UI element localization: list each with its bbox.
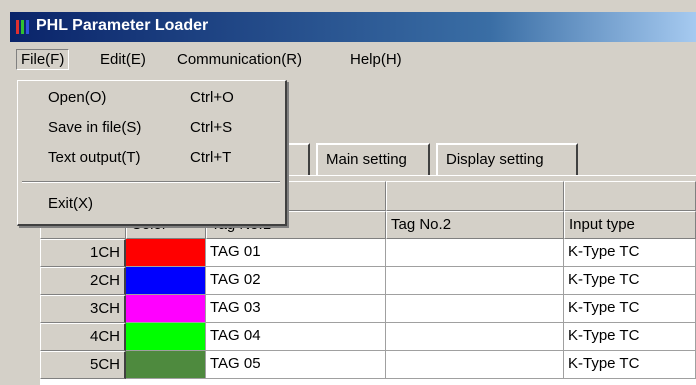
menu-item-save[interactable]: Save in file(S) Ctrl+S bbox=[18, 119, 284, 143]
input-type-cell[interactable]: K-Type TC bbox=[564, 267, 696, 295]
column-header-tag2: Tag No.2 bbox=[386, 211, 564, 239]
tag2-cell[interactable] bbox=[386, 295, 564, 323]
tag1-cell[interactable]: TAG 04 bbox=[206, 323, 386, 351]
menu-item-label: Save in file(S) bbox=[48, 119, 142, 136]
menu-separator bbox=[22, 181, 280, 183]
tab-label: Main setting bbox=[326, 151, 407, 168]
app-icon bbox=[16, 20, 30, 34]
table-row: 5CH TAG 05 K-Type TC bbox=[40, 351, 696, 379]
menu-help[interactable]: Help(H) bbox=[350, 51, 402, 68]
color-swatch[interactable] bbox=[126, 351, 206, 379]
window-title: PHL Parameter Loader bbox=[36, 17, 209, 34]
file-menu-dropdown: Open(O) Ctrl+O Save in file(S) Ctrl+S Te… bbox=[17, 80, 287, 226]
tag2-cell[interactable] bbox=[386, 239, 564, 267]
menu-item-shortcut: Ctrl+S bbox=[190, 119, 233, 136]
header-blank bbox=[564, 181, 696, 211]
menu-item-exit[interactable]: Exit(X) bbox=[18, 195, 284, 219]
row-header[interactable]: 1CH bbox=[40, 239, 126, 267]
row-header[interactable]: 4CH bbox=[40, 323, 126, 351]
row-header[interactable]: 3CH bbox=[40, 295, 126, 323]
header-blank bbox=[386, 181, 564, 211]
menu-item-shortcut: Ctrl+T bbox=[190, 149, 232, 166]
tab-label: Display setting bbox=[446, 151, 544, 168]
row-header[interactable]: 5CH bbox=[40, 351, 126, 379]
menu-item-text-output[interactable]: Text output(T) Ctrl+T bbox=[18, 149, 284, 173]
menu-bar: File(F) Edit(E) Communication(R) Help(H) bbox=[10, 42, 696, 80]
input-type-cell[interactable]: K-Type TC bbox=[564, 323, 696, 351]
table-row: 2CH TAG 02 K-Type TC bbox=[40, 267, 696, 295]
tag1-cell[interactable]: TAG 02 bbox=[206, 267, 386, 295]
column-header-input-type: Input type bbox=[564, 211, 696, 239]
table-row: 3CH TAG 03 K-Type TC bbox=[40, 295, 696, 323]
tag1-cell[interactable]: TAG 05 bbox=[206, 351, 386, 379]
tag2-cell[interactable] bbox=[386, 323, 564, 351]
color-swatch[interactable] bbox=[126, 267, 206, 295]
menu-item-shortcut: Ctrl+O bbox=[190, 89, 234, 106]
menu-item-label: Exit(X) bbox=[48, 195, 93, 212]
tab-main-setting[interactable]: Main setting bbox=[316, 143, 430, 175]
menu-item-label: Open(O) bbox=[48, 89, 107, 106]
row-header[interactable]: 2CH bbox=[40, 267, 126, 295]
table-row: 1CH TAG 01 K-Type TC bbox=[40, 239, 696, 267]
tag2-cell[interactable] bbox=[386, 267, 564, 295]
color-swatch[interactable] bbox=[126, 323, 206, 351]
tab-display-setting[interactable]: Display setting bbox=[436, 143, 578, 175]
tag1-cell[interactable]: TAG 03 bbox=[206, 295, 386, 323]
color-swatch[interactable] bbox=[126, 295, 206, 323]
menu-communication[interactable]: Communication(R) bbox=[177, 51, 302, 68]
table-row: 4CH TAG 04 K-Type TC bbox=[40, 323, 696, 351]
color-swatch[interactable] bbox=[126, 239, 206, 267]
input-type-cell[interactable]: K-Type TC bbox=[564, 351, 696, 379]
menu-edit[interactable]: Edit(E) bbox=[100, 51, 146, 68]
menu-item-open[interactable]: Open(O) Ctrl+O bbox=[18, 89, 284, 113]
title-bar[interactable]: PHL Parameter Loader bbox=[10, 12, 696, 42]
tag1-cell[interactable]: TAG 01 bbox=[206, 239, 386, 267]
input-type-cell[interactable]: K-Type TC bbox=[564, 239, 696, 267]
input-type-cell[interactable]: K-Type TC bbox=[564, 295, 696, 323]
menu-item-label: Text output(T) bbox=[48, 149, 141, 166]
tag2-cell[interactable] bbox=[386, 351, 564, 379]
menu-file[interactable]: File(F) bbox=[16, 49, 70, 70]
